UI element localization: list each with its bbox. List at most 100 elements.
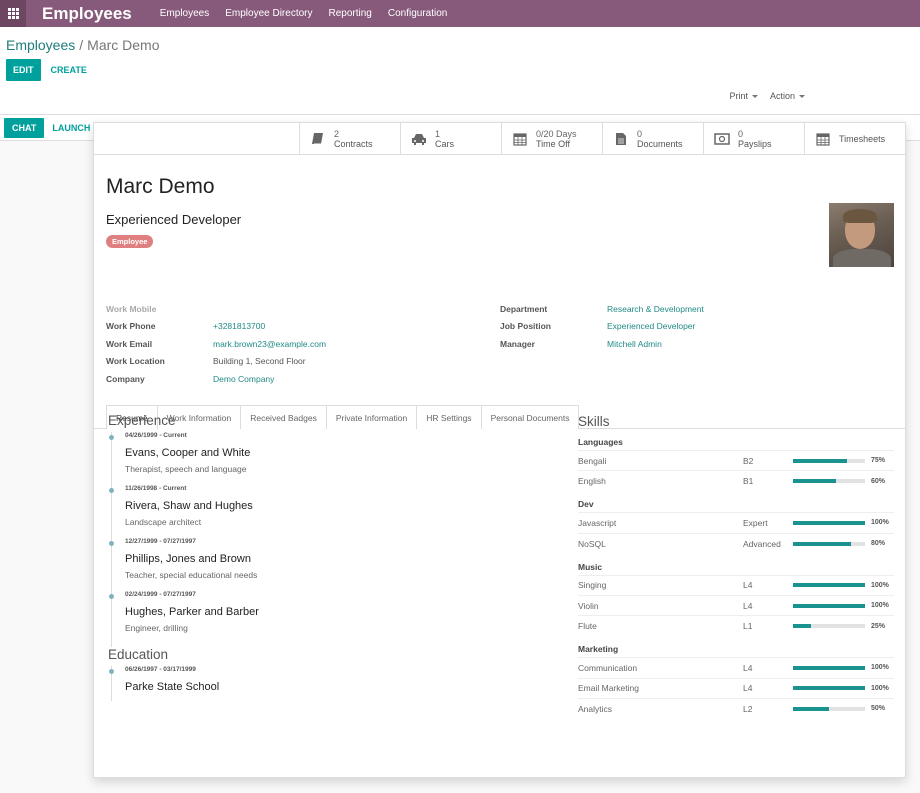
skill-progress-fill (793, 520, 865, 525)
edit-button[interactable]: EDIT (6, 59, 41, 81)
create-button[interactable]: CREATE (41, 65, 97, 75)
resume-date: 06/26/1997 - 03/17/1999 (125, 666, 196, 673)
time-off-value: 0/20 Days (536, 128, 577, 139)
resume-date: 04/26/1999 - Current (125, 432, 187, 439)
skill-progress-fill (793, 479, 837, 484)
caret-down-icon (799, 95, 805, 99)
field-work-phone: Work Phone +3281813700 (106, 318, 326, 336)
skill-row[interactable]: Analytics L2 50% (578, 699, 894, 719)
menu-employees[interactable]: Employees (160, 8, 209, 19)
resume-name: Rivera, Shaw and Hughes (125, 500, 253, 512)
apps-menu-button[interactable] (0, 0, 26, 27)
company-link[interactable]: Demo Company (213, 374, 274, 384)
skill-group-title: Dev (578, 495, 894, 514)
employee-header: Marc Demo Experienced Developer Employee… (94, 155, 905, 430)
resume-name: Parke State School (125, 681, 220, 693)
skill-progress-fill (793, 541, 851, 546)
field-work-email: Work Email mark.brown23@example.com (106, 335, 326, 353)
skill-percent: 50% (871, 705, 886, 713)
documents-smart-button[interactable]: 0 Documents (602, 123, 703, 154)
time-off-smart-button[interactable]: 0/20 Days Time Off (501, 123, 602, 154)
job-position-link[interactable]: Experienced Developer (607, 321, 695, 331)
skill-row[interactable]: Flute L1 25% (578, 616, 894, 636)
menu-employee-directory[interactable]: Employee Directory (225, 8, 312, 19)
field-label: Work Mobile (106, 303, 157, 314)
resume-line[interactable]: 12/27/1999 - 07/27/1997 Phillips, Jones … (109, 538, 548, 580)
field-work-mobile: Work Mobile (106, 300, 326, 318)
skills-title: Skills (578, 414, 610, 429)
resume-line[interactable]: 11/26/1998 - Current Rivera, Shaw and Hu… (109, 485, 548, 527)
skill-progress-bar (793, 686, 865, 691)
resume-date: 12/27/1999 - 07/27/1997 (125, 538, 196, 545)
manager-link[interactable]: Mitchell Admin (607, 339, 662, 349)
menu-configuration[interactable]: Configuration (388, 8, 447, 19)
calendar-icon (512, 131, 528, 147)
payslips-count: 0 (738, 128, 744, 139)
contracts-smart-button[interactable]: 2 Contracts (299, 123, 400, 154)
documents-label: Documents (637, 138, 683, 149)
contracts-count: 2 (334, 128, 340, 139)
resume-desc: Engineer, drilling (125, 623, 188, 633)
time-off-label: Time Off (536, 138, 571, 149)
skill-row[interactable]: NoSQL Advanced 80% (578, 534, 894, 554)
work-email-link[interactable]: mark.brown23@example.com (213, 339, 326, 349)
timesheets-smart-button[interactable]: Timesheets (804, 123, 905, 154)
employee-name: Marc Demo (106, 175, 215, 198)
skill-name: Flute (578, 621, 597, 632)
resume-line[interactable]: 04/26/1999 - Current Evans, Cooper and W… (109, 432, 548, 474)
action-dropdown[interactable]: Action (770, 91, 805, 101)
skill-row[interactable]: Communication L4 100% (578, 658, 894, 679)
skill-progress-fill (793, 706, 829, 711)
field-label: Company (106, 373, 145, 384)
payslips-smart-button[interactable]: 0 Payslips (703, 123, 804, 154)
app-title[interactable]: Employees (42, 4, 132, 24)
field-label: Work Phone (106, 321, 156, 332)
field-job-position: Job Position Experienced Developer (500, 318, 704, 336)
education-timeline: 06/26/1997 - 03/17/1999 Parke State Scho… (109, 666, 548, 701)
breadcrumb-separator: / (79, 37, 84, 53)
skill-percent: 100% (871, 664, 889, 672)
control-panel: Employees / Marc Demo EDIT CREATE Print Ac… (0, 27, 920, 115)
skill-row[interactable]: Email Marketing L4 100% (578, 679, 894, 699)
skill-progress-bar (793, 665, 865, 670)
employee-tag: Employee (106, 235, 154, 248)
skill-row[interactable]: Violin L4 100% (578, 596, 894, 617)
book-icon (310, 131, 326, 147)
menu-reporting[interactable]: Reporting (329, 8, 372, 19)
resume-date: 11/26/1998 - Current (125, 485, 187, 492)
timesheets-label: Timesheets (839, 133, 886, 144)
skill-row[interactable]: English B1 60% (578, 471, 894, 491)
print-dropdown[interactable]: Print (729, 91, 758, 101)
skill-row[interactable]: Bengali B2 75% (578, 451, 894, 472)
resume-line[interactable]: 02/24/1999 - 07/27/1997 Hughes, Parker a… (109, 591, 548, 647)
employee-avatar[interactable] (829, 203, 894, 267)
work-phone-link[interactable]: +3281813700 (213, 321, 265, 331)
top-navbar: Employees Employees Employee Directory R… (0, 0, 920, 27)
payslips-label: Payslips (738, 138, 772, 149)
skill-name: English (578, 476, 606, 487)
skill-level: Expert (743, 517, 768, 528)
skill-row[interactable]: Singing L4 100% (578, 576, 894, 596)
field-label: Manager (500, 338, 535, 349)
chat-button[interactable]: CHAT (4, 117, 45, 138)
print-label: Print (729, 91, 748, 101)
resume-line[interactable]: 06/26/1997 - 03/17/1999 Parke State Scho… (109, 666, 548, 701)
smart-buttons: 2 Contracts 1 Cars 0/20 Days Time Off 0 Docu… (94, 123, 905, 155)
skill-row[interactable]: Javascript Expert 100% (578, 513, 894, 534)
skill-group-title: Marketing (578, 640, 894, 659)
department-link[interactable]: Research & Development (607, 304, 704, 314)
cars-smart-button[interactable]: 1 Cars (400, 123, 501, 154)
skill-progress-bar (793, 541, 865, 546)
skill-level: L1 (743, 621, 753, 632)
timeline-dot-icon (109, 541, 114, 546)
skill-progress-bar (793, 479, 865, 484)
apps-grid-icon (7, 8, 19, 19)
fields-left: Work Mobile Work Phone +3281813700 Work E… (106, 300, 326, 388)
breadcrumb-parent[interactable]: Employees (6, 37, 75, 53)
fields-right: Department Research & Development Job Pos… (500, 300, 704, 353)
skill-name: Email Marketing (578, 683, 639, 694)
skill-progress-fill (793, 603, 865, 608)
timeline-dot-icon (109, 488, 114, 493)
skill-percent: 75% (871, 457, 886, 465)
field-value: Building 1, Second Floor (213, 356, 306, 367)
